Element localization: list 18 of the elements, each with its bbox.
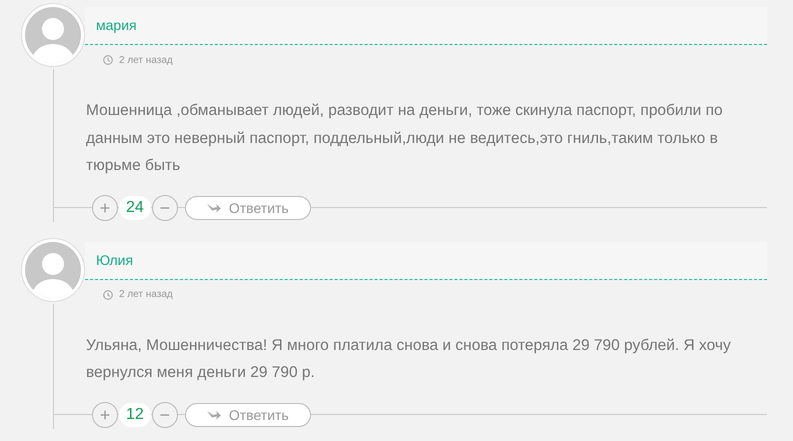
timestamp: 2 лет назад <box>119 289 173 300</box>
reply-arrow-icon <box>206 202 221 212</box>
comment-text: Мошенница ,обманывает людей, разводит на деньги, тоже скинула паспорт, пробили по данным это неверный паспорт, поддельный,люди не ведитесь,это гниль,таким только в тюрьме быть <box>85 101 724 176</box>
downvote-button[interactable]: − <box>152 194 178 220</box>
downvote-button[interactable]: − <box>152 402 178 428</box>
author-name[interactable]: Юлия <box>96 252 134 268</box>
reply-arrow-icon <box>206 410 221 420</box>
comment-text: Ульяна, Мошенничества! Я много платила снова и снова потеряла 29 790 рублей. Я хочу вернулся меня деньги 29 790 р. <box>85 336 732 383</box>
clock-icon <box>103 290 113 300</box>
clock-icon <box>103 55 113 65</box>
vote-count: 24 <box>119 196 151 220</box>
vote-count: 12 <box>119 402 151 426</box>
upvote-button[interactable]: + <box>92 402 118 428</box>
reply-button[interactable]: Ответить <box>184 402 311 426</box>
reply-button[interactable]: Ответить <box>184 196 311 220</box>
upvote-button[interactable]: + <box>92 194 118 220</box>
author-name[interactable]: мария <box>96 17 137 33</box>
timestamp: 2 лет назад <box>119 54 173 66</box>
